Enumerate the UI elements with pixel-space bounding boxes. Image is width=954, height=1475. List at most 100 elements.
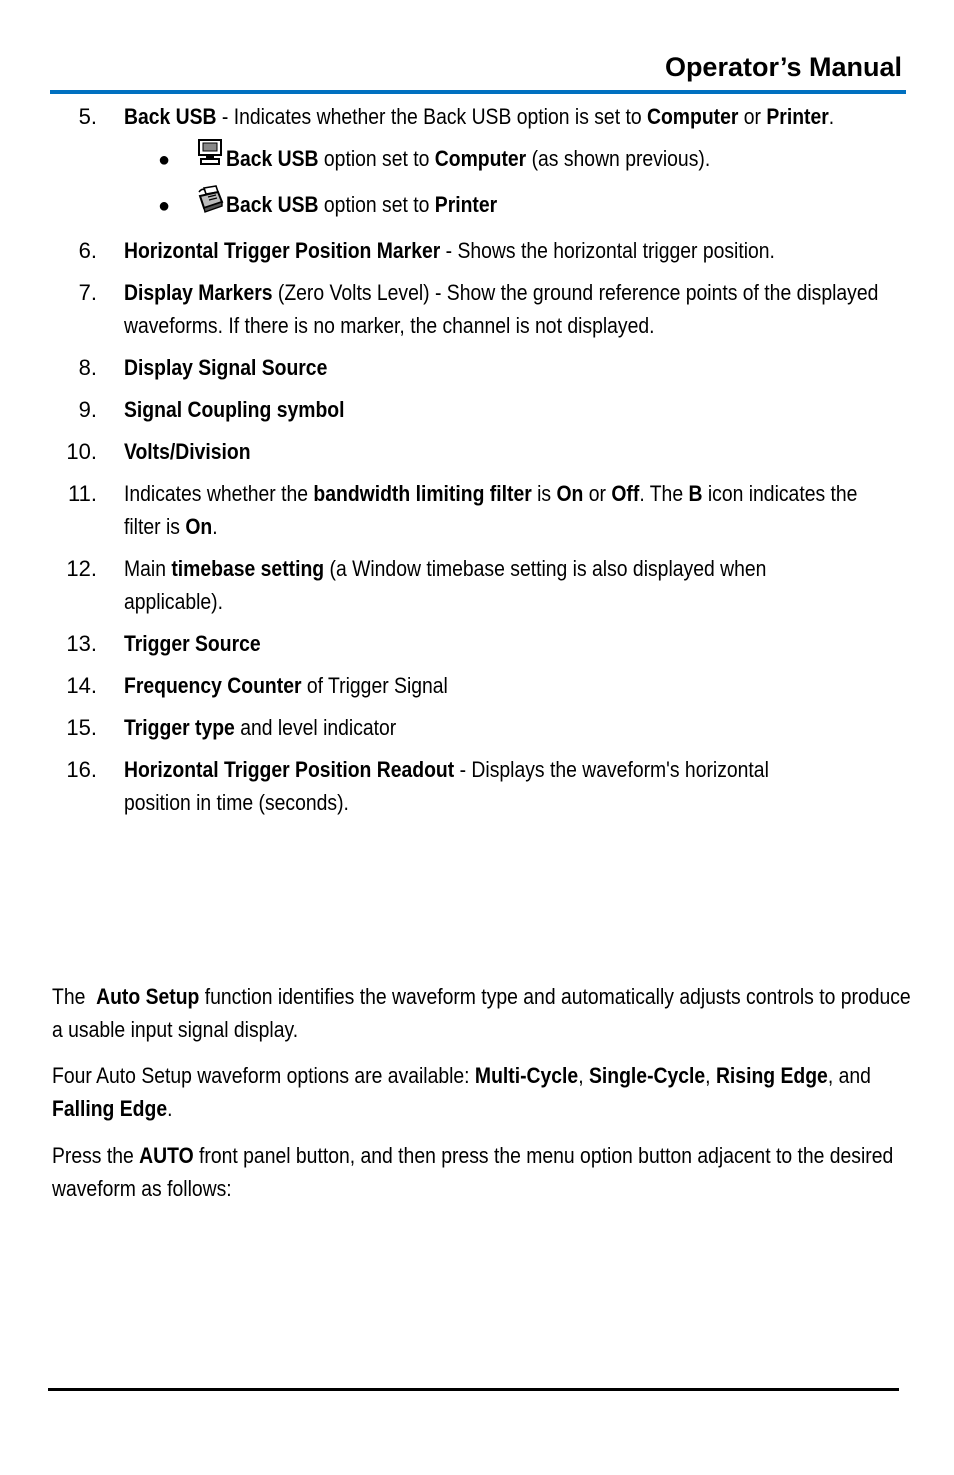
item-number: 13. (66, 631, 97, 656)
item-text: Back USB option set to Printer (226, 188, 842, 221)
bold-term: Horizontal Trigger Position Marker (124, 238, 441, 263)
text-run: Indicates whether the (124, 481, 314, 506)
list-item-7: 7. Display Markers (Zero Volts Level) - … (0, 276, 954, 342)
item-text: Display Signal Source (124, 351, 898, 384)
item-text: Horizontal Trigger Position Marker - Sho… (124, 234, 828, 267)
bold-term: B (688, 481, 703, 506)
bold-term: Back USB (226, 146, 319, 171)
item-text: Trigger type and level indicator (124, 711, 898, 744)
bold-term: Multi-Cycle (474, 1063, 579, 1088)
bold-term: On (185, 514, 213, 539)
bold-term: Display Signal Source (124, 355, 328, 380)
bold-term: Falling Edge (52, 1096, 168, 1121)
item-text: Back USB option set to Computer (as show… (226, 142, 842, 175)
bold-term: Signal Coupling symbol (124, 397, 345, 422)
text-run: The (52, 984, 97, 1009)
item-number: 14. (66, 673, 97, 698)
computer-icon (198, 139, 222, 165)
text-run: and level indicator (234, 715, 397, 740)
bold-term: Horizontal Trigger Position Readout (124, 757, 455, 782)
list-item-9: 9. Signal Coupling symbol (0, 393, 954, 426)
text-run: . The (639, 481, 689, 506)
legend-list: 5. Back USB - Indicates whether the Back… (0, 100, 954, 828)
bold-term: Display Markers (124, 280, 273, 305)
item-number: 6. (78, 238, 97, 263)
footer-divider (48, 1388, 899, 1391)
sub-bullet-printer: ● Back USB option set to Printer (0, 185, 954, 225)
list-item-13: 13. Trigger Source (0, 627, 954, 660)
text-run: - Indicates whether the Back USB option … (216, 104, 647, 129)
text-run: . (167, 1096, 173, 1121)
paragraph-waveform-options: Four Auto Setup waveform options are ava… (52, 1059, 914, 1125)
text-run: Main (124, 556, 172, 581)
item-number: 8. (78, 355, 97, 380)
item-number: 12. (66, 556, 97, 581)
bold-term: Printer (766, 104, 829, 129)
bold-term: Back USB (226, 192, 319, 217)
item-text: Frequency Counter of Trigger Signal (124, 669, 898, 702)
bold-term: Volts/Division (124, 439, 251, 464)
text-run: or (583, 481, 612, 506)
printer-icon (198, 185, 224, 213)
text-run: option set to (318, 192, 435, 217)
item-number: 9. (78, 397, 97, 422)
text-run: of Trigger Signal (301, 673, 448, 698)
bold-term: Computer (434, 146, 527, 171)
list-item-16: 16. Horizontal Trigger Position Readout … (0, 753, 954, 819)
header-divider (50, 90, 906, 94)
item-text: Volts/Division (124, 435, 898, 468)
item-text: Indicates whether the bandwidth limiting… (124, 477, 898, 543)
item-number: 7. (78, 280, 97, 305)
text-run: or (738, 104, 767, 129)
bold-term: Trigger type (124, 715, 235, 740)
text-run: , and (827, 1063, 871, 1088)
item-number: 11. (68, 481, 97, 506)
item-number: 10. (66, 439, 97, 464)
bold-term: Computer (646, 104, 739, 129)
bold-term: Off (611, 481, 640, 506)
text-run: (as shown previous). (526, 146, 711, 171)
item-text: Signal Coupling symbol (124, 393, 898, 426)
list-item-6: 6. Horizontal Trigger Position Marker - … (0, 234, 954, 267)
text-run: is (531, 481, 557, 506)
bullet-icon: ● (158, 195, 171, 217)
bold-term: Trigger Source (124, 631, 261, 656)
paragraph-auto-setup-intro: The Auto Setup function identifies the w… (52, 980, 914, 1046)
bullet-icon: ● (158, 149, 171, 171)
bold-term: Back USB (124, 104, 217, 129)
list-item-11: 11. Indicates whether the bandwidth limi… (0, 477, 954, 543)
bold-term: Single-Cycle (588, 1063, 706, 1088)
item-text: Back USB - Indicates whether the Back US… (124, 100, 898, 133)
item-number: 5. (78, 104, 97, 129)
item-text: Main timebase setting (a Window timebase… (124, 552, 863, 618)
text-run: Four Auto Setup waveform options are ava… (52, 1063, 475, 1088)
paragraph-press-auto: Press the AUTO front panel button, and t… (52, 1139, 914, 1205)
sub-bullet-computer: ● Back USB option set to Computer (as sh… (0, 139, 954, 179)
bold-term: On (556, 481, 584, 506)
bold-term: Frequency Counter (124, 673, 302, 698)
list-item-14: 14. Frequency Counter of Trigger Signal (0, 669, 954, 702)
bold-term: Auto Setup (96, 984, 200, 1009)
manual-title: Operator’s Manual (664, 52, 902, 82)
bold-term: Printer (434, 192, 498, 217)
text-run: . (212, 514, 218, 539)
bold-term: AUTO (139, 1143, 194, 1168)
item-number: 16. (66, 757, 97, 782)
list-item-5: 5. Back USB - Indicates whether the Back… (0, 100, 954, 133)
item-number: 15. (66, 715, 97, 740)
list-item-10: 10. Volts/Division (0, 435, 954, 468)
text-run: . (828, 104, 835, 129)
item-text: Display Markers (Zero Volts Level) - Sho… (124, 276, 894, 342)
text-run: , (578, 1063, 589, 1088)
list-item-8: 8. Display Signal Source (0, 351, 954, 384)
bold-term: timebase setting (171, 556, 325, 581)
list-item-12: 12. Main timebase setting (a Window time… (0, 552, 954, 618)
item-text: Horizontal Trigger Position Readout - Di… (124, 753, 819, 819)
text-run: - Shows the horizontal trigger position. (440, 238, 775, 263)
list-item-15: 15. Trigger type and level indicator (0, 711, 954, 744)
text-run: option set to (318, 146, 435, 171)
item-text: Trigger Source (124, 627, 898, 660)
text-run: Press the (52, 1143, 140, 1168)
text-run: , (705, 1063, 716, 1088)
bold-term: Rising Edge (715, 1063, 828, 1088)
